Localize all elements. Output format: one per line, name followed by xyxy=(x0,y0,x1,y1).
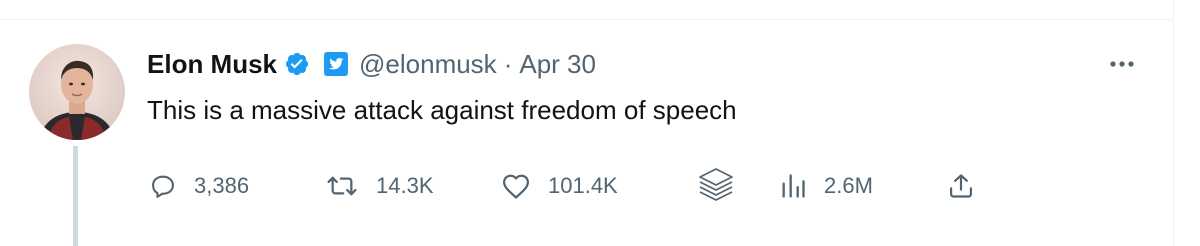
tweet-actions-bar: 3,386 14.3K 101.4K 2.6M xyxy=(0,168,1200,204)
stack-icon xyxy=(695,166,737,206)
like-count: 101.4K xyxy=(548,173,618,198)
more-icon[interactable] xyxy=(1104,49,1140,79)
retweet-count: 14.3K xyxy=(376,173,434,198)
right-divider xyxy=(1173,0,1174,246)
verified-badge-icon xyxy=(284,51,310,77)
retweet-button[interactable]: 14.3K xyxy=(325,168,434,204)
reply-icon xyxy=(149,172,177,200)
share-button[interactable] xyxy=(947,168,975,204)
reply-button[interactable]: 3,386 xyxy=(149,168,249,204)
reply-count: 3,386 xyxy=(194,173,250,198)
tweet-date[interactable]: Apr 30 xyxy=(519,49,596,80)
like-button[interactable]: 101.4K xyxy=(501,168,618,204)
tweet-text: This is a massive attack against freedom… xyxy=(147,95,737,125)
avatar[interactable] xyxy=(29,44,125,140)
share-icon xyxy=(947,172,975,200)
tweet-header: Elon Musk @elonmusk · Apr 30 xyxy=(147,46,596,82)
views-icon xyxy=(779,172,807,200)
like-icon xyxy=(501,172,531,200)
retweet-icon xyxy=(325,172,359,200)
author-name[interactable]: Elon Musk xyxy=(147,49,277,80)
stack-button[interactable] xyxy=(695,168,737,204)
top-divider xyxy=(0,19,1174,20)
views-count: 2.6M xyxy=(824,173,873,198)
twitter-bird-affiliate-icon[interactable] xyxy=(323,51,349,77)
views-button[interactable]: 2.6M xyxy=(779,168,873,204)
separator-dot: · xyxy=(503,48,513,79)
author-handle[interactable]: @elonmusk xyxy=(359,49,497,80)
